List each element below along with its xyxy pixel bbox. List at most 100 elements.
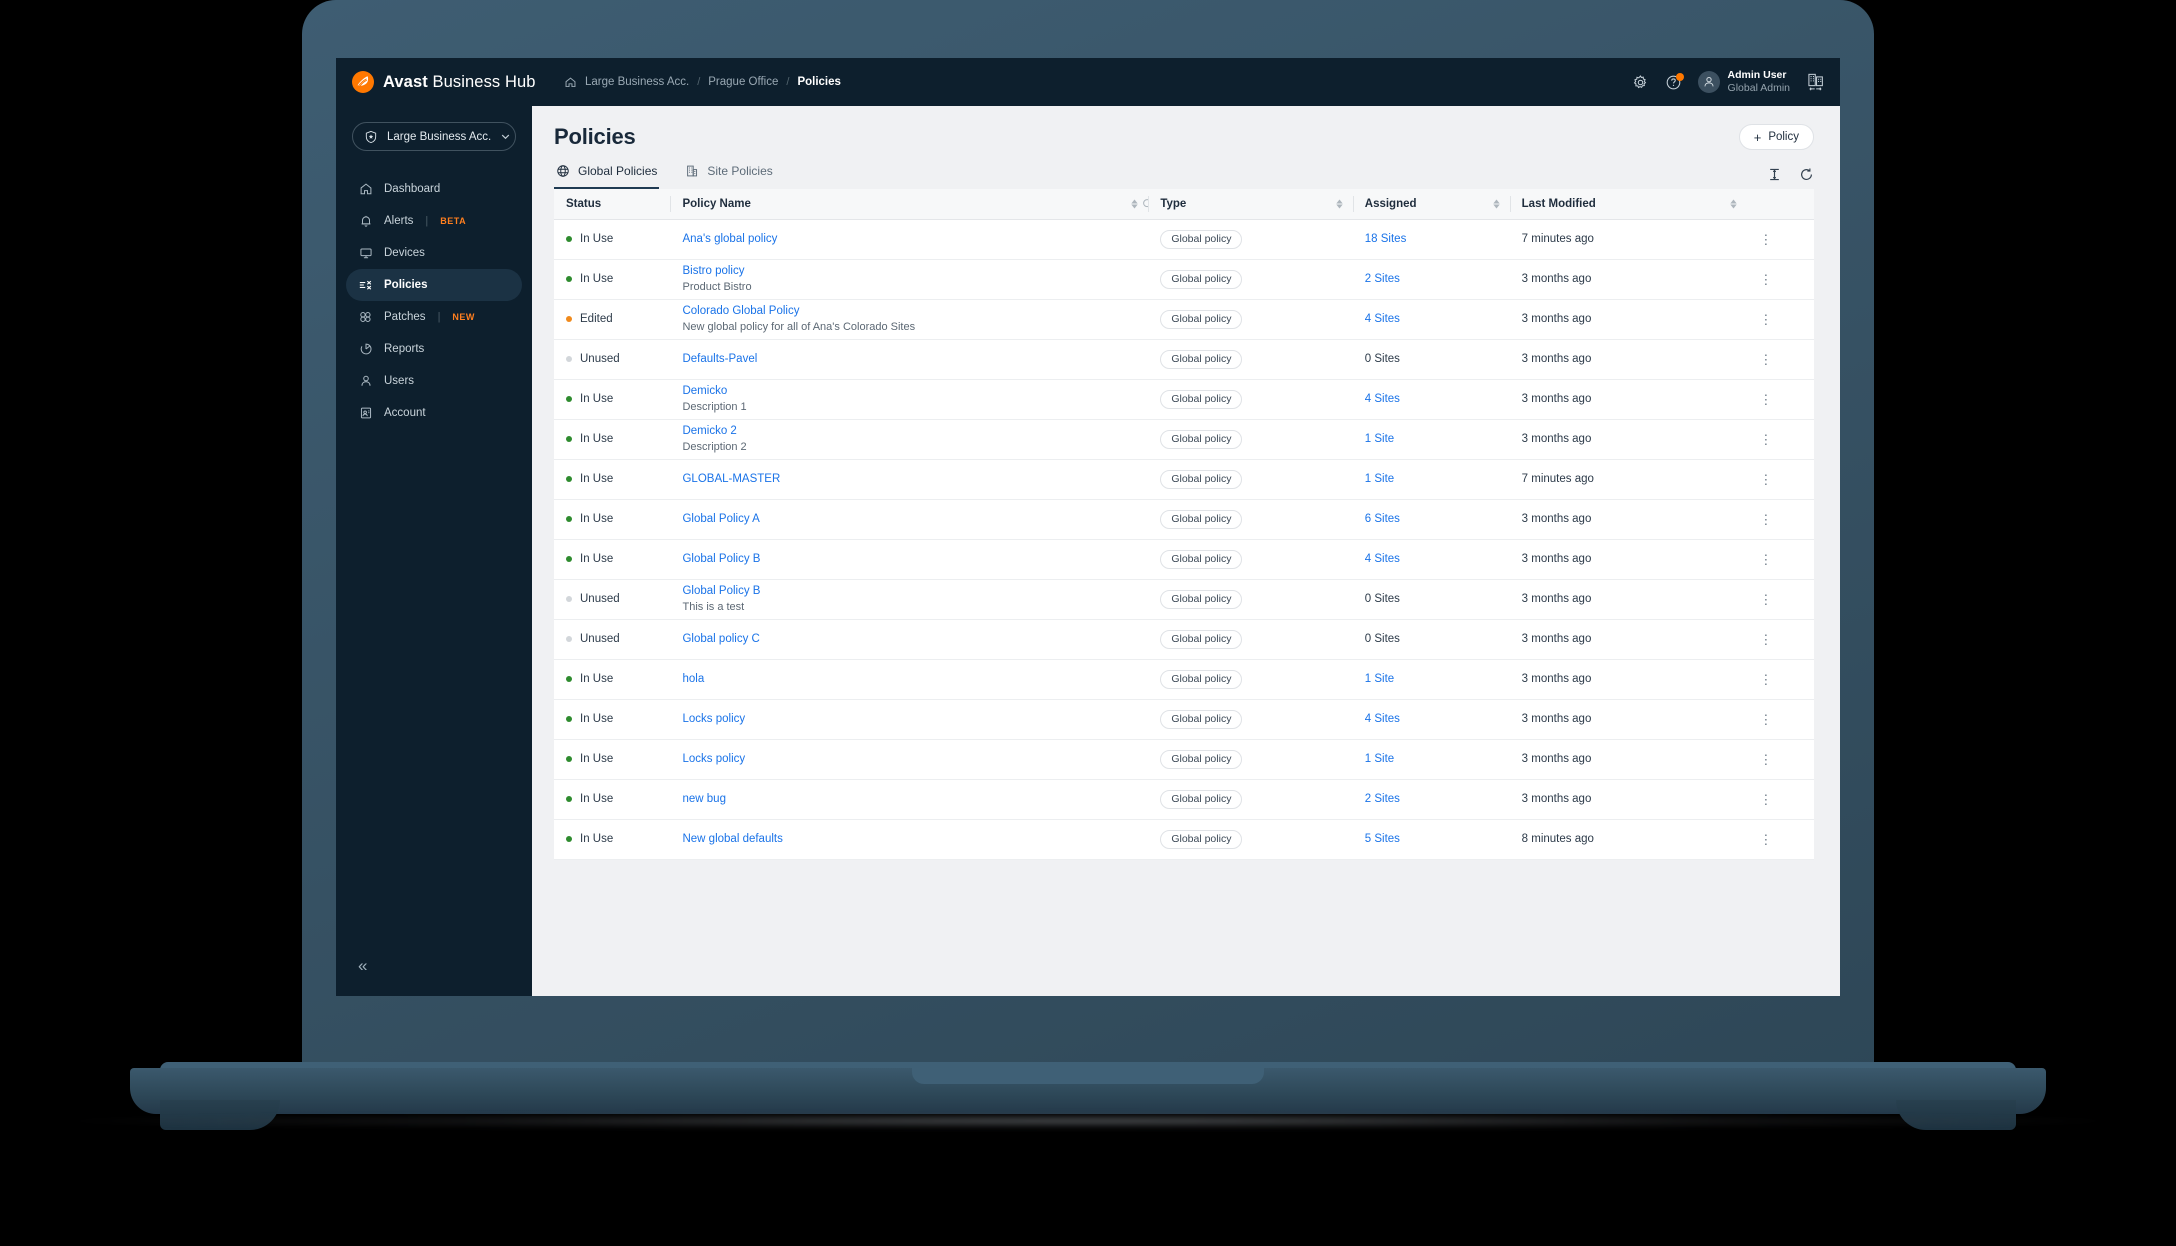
kebab-menu-icon[interactable]: ⋮ <box>1759 353 1814 366</box>
user-menu[interactable]: Admin User Global Admin <box>1697 69 1790 95</box>
kebab-menu-icon[interactable]: ⋮ <box>1759 553 1814 566</box>
table-row[interactable]: Unused Global Policy B This is a test Globa… <box>554 579 1814 620</box>
policy-name-link[interactable]: hola <box>682 673 1148 685</box>
table-row[interactable]: In Use Locks policy Global policy 1 Site 3 m… <box>554 739 1814 780</box>
table-row[interactable]: Unused Global policy C Global policy 0 Site… <box>554 619 1814 660</box>
kebab-menu-icon[interactable]: ⋮ <box>1759 753 1814 766</box>
assigned-sites[interactable]: 2 Sites <box>1365 793 1400 805</box>
breadcrumb-item-0[interactable]: Large Business Acc. <box>585 76 689 88</box>
breadcrumb-item-1[interactable]: Prague Office <box>708 76 778 88</box>
policy-name-link[interactable]: Demicko <box>682 385 1148 397</box>
assigned-sites[interactable]: 4 Sites <box>1365 313 1400 325</box>
table-row[interactable]: In Use Ana's global policy Global policy 18… <box>554 219 1814 260</box>
kebab-menu-icon[interactable]: ⋮ <box>1759 233 1814 246</box>
last-modified-text: 3 months ago <box>1521 513 1592 525</box>
assigned-sites[interactable]: 2 Sites <box>1365 273 1400 285</box>
status-label: In Use <box>580 473 614 485</box>
chevron-down-icon <box>500 131 511 142</box>
policy-name-link[interactable]: GLOBAL-MASTER <box>682 473 1148 485</box>
account-selector[interactable]: Large Business Acc. <box>352 122 516 151</box>
policy-name-link[interactable]: Locks policy <box>682 753 1148 765</box>
policy-name-link[interactable]: Global Policy B <box>682 585 1148 597</box>
kebab-menu-icon[interactable]: ⋮ <box>1759 513 1814 526</box>
kebab-menu-icon[interactable]: ⋮ <box>1759 393 1814 406</box>
tab-site-policies[interactable]: Site Policies <box>683 164 774 189</box>
text-format-icon[interactable] <box>1767 167 1782 182</box>
sidebar-item-dashboard[interactable]: Dashboard <box>346 173 522 205</box>
sidebar-collapse-button[interactable]: « <box>336 957 532 996</box>
sidebar-item-account[interactable]: Account <box>346 397 522 429</box>
shield-check-icon <box>364 130 378 144</box>
table-row[interactable]: In Use Global Policy A Global policy 6 Site… <box>554 499 1814 540</box>
status-dot-icon <box>566 716 572 722</box>
sort-assigned[interactable] <box>1492 199 1500 209</box>
policy-name-link[interactable]: Defaults-Pavel <box>682 353 1148 365</box>
sidebar-item-policies[interactable]: Policies <box>346 269 522 301</box>
kebab-menu-icon[interactable]: ⋮ <box>1759 473 1814 486</box>
home-icon[interactable] <box>564 76 577 89</box>
assigned-sites[interactable]: 4 Sites <box>1365 393 1400 405</box>
help-circle-icon[interactable] <box>1665 72 1684 91</box>
status-dot-icon <box>566 396 572 402</box>
last-modified-text: 3 months ago <box>1521 553 1592 565</box>
assigned-sites[interactable]: 1 Site <box>1365 473 1394 485</box>
kebab-menu-icon[interactable]: ⋮ <box>1759 713 1814 726</box>
tab-global-policies[interactable]: Global Policies <box>554 164 660 189</box>
kebab-menu-icon[interactable]: ⋮ <box>1759 633 1814 646</box>
table-row[interactable]: In Use Demicko 2 Description 2 Global polic… <box>554 419 1814 460</box>
top-bar: Avast Business Hub Large Business Acc. /… <box>336 58 1840 106</box>
kebab-menu-icon[interactable]: ⋮ <box>1759 433 1814 446</box>
policy-name-link[interactable]: Global policy C <box>682 633 1148 645</box>
table-row[interactable]: In Use Global Policy B Global policy 4 Site… <box>554 539 1814 580</box>
table-row[interactable]: In Use GLOBAL-MASTER Global policy 1 Site 7 … <box>554 459 1814 500</box>
kebab-menu-icon[interactable]: ⋮ <box>1759 313 1814 326</box>
kebab-menu-icon[interactable]: ⋮ <box>1759 673 1814 686</box>
cell-row-actions: ⋮ <box>1747 819 1814 860</box>
sidebar-item-alerts[interactable]: Alerts | BETA <box>346 205 522 237</box>
assigned-sites[interactable]: 1 Site <box>1365 433 1394 445</box>
assigned-sites[interactable]: 5 Sites <box>1365 833 1400 845</box>
assigned-sites[interactable]: 18 Sites <box>1365 233 1407 245</box>
sidebar-item-reports[interactable]: Reports <box>346 333 522 365</box>
policy-name-link[interactable]: Colorado Global Policy <box>682 305 1148 317</box>
add-policy-button[interactable]: + Policy <box>1738 124 1814 150</box>
gear-icon[interactable] <box>1632 74 1649 91</box>
table-row[interactable]: Unused Defaults-Pavel Global policy 0 Sites… <box>554 339 1814 380</box>
policy-name-link[interactable]: Bistro policy <box>682 265 1148 277</box>
table-row[interactable]: In Use New global defaults Global policy 5 … <box>554 819 1814 860</box>
refresh-icon[interactable] <box>1799 167 1814 182</box>
policy-name-link[interactable]: Ana's global policy <box>682 233 1148 245</box>
status-label: In Use <box>580 713 614 725</box>
policy-name-link[interactable]: Demicko 2 <box>682 425 1148 437</box>
sort-policy-name[interactable] <box>1131 199 1139 209</box>
policy-name-link[interactable]: new bug <box>682 793 1148 805</box>
sidebar-item-users[interactable]: Users <box>346 365 522 397</box>
table-row[interactable]: In Use hola Global policy 1 Site 3 months ag… <box>554 659 1814 700</box>
assigned-sites[interactable]: 1 Site <box>1365 673 1394 685</box>
kebab-menu-icon[interactable]: ⋮ <box>1759 793 1814 806</box>
sidebar-item-devices[interactable]: Devices <box>346 237 522 269</box>
table-row[interactable]: In Use Locks policy Global policy 4 Sites 3 … <box>554 699 1814 740</box>
assigned-sites[interactable]: 6 Sites <box>1365 513 1400 525</box>
brand-logo-wordmark[interactable]: Avast Business Hub <box>352 71 562 93</box>
kebab-menu-icon[interactable]: ⋮ <box>1759 273 1814 286</box>
sort-last-modified[interactable] <box>1730 199 1738 209</box>
sidebar-item-patches[interactable]: Patches | NEW <box>346 301 522 333</box>
policy-name-link[interactable]: New global defaults <box>682 833 1148 845</box>
assigned-sites[interactable]: 1 Site <box>1365 753 1394 765</box>
col-label-last-modified: Last Modified <box>1521 197 1596 210</box>
assigned-sites[interactable]: 4 Sites <box>1365 553 1400 565</box>
kebab-menu-icon[interactable]: ⋮ <box>1759 833 1814 846</box>
table-row[interactable]: In Use Bistro policy Product Bistro Global … <box>554 259 1814 300</box>
building-switch-icon[interactable] <box>1806 72 1826 92</box>
assigned-sites[interactable]: 4 Sites <box>1365 713 1400 725</box>
table-row[interactable]: In Use new bug Global policy 2 Sites 3 month… <box>554 779 1814 820</box>
policy-name-link[interactable]: Locks policy <box>682 713 1148 725</box>
kebab-menu-icon[interactable]: ⋮ <box>1759 593 1814 606</box>
sort-type[interactable] <box>1336 199 1343 209</box>
table-row[interactable]: Edited Colorado Global Policy New global p… <box>554 299 1814 340</box>
tab-label: Site Policies <box>707 164 773 178</box>
table-row[interactable]: In Use Demicko Description 1 Global policy 4… <box>554 379 1814 420</box>
policy-name-link[interactable]: Global Policy A <box>682 513 1148 525</box>
policy-name-link[interactable]: Global Policy B <box>682 553 1148 565</box>
